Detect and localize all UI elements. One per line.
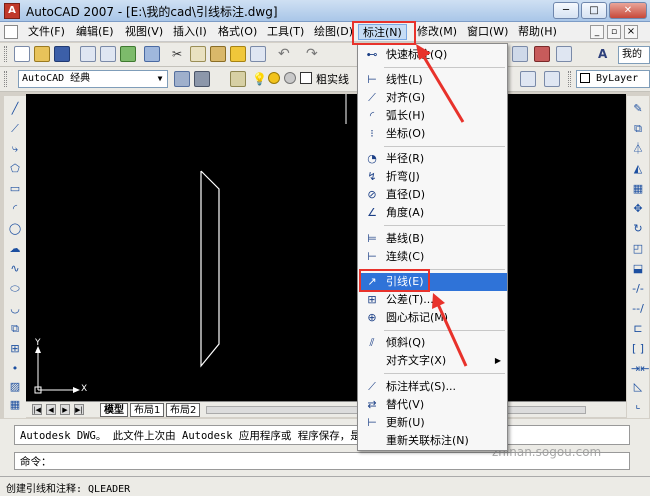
annotation-arrow-2 [435,301,468,367]
annotation-arrow-1 [419,51,465,123]
annotation-arrows [416,44,468,367]
